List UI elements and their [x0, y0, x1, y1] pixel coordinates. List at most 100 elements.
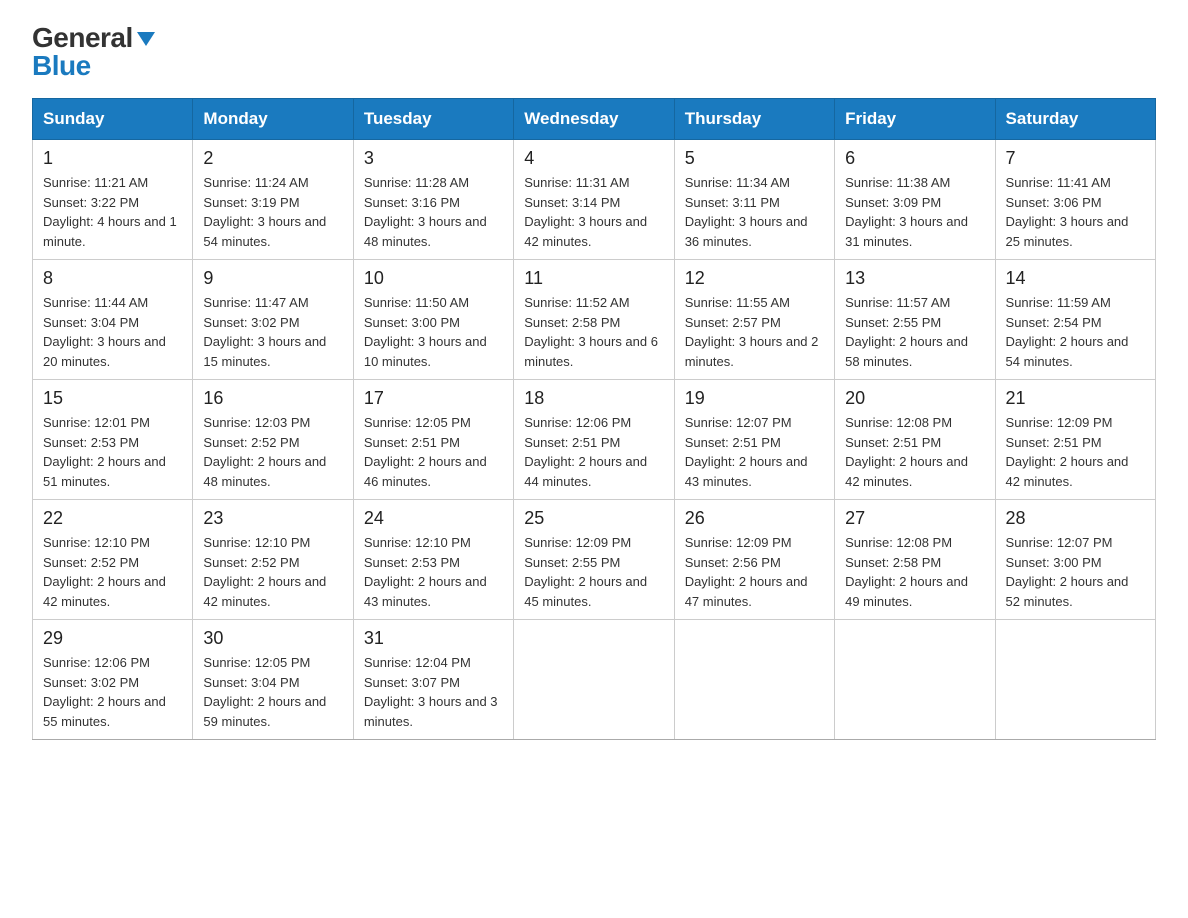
day-info: Sunrise: 12:07 PMSunset: 3:00 PMDaylight…: [1006, 533, 1145, 611]
day-info: Sunrise: 11:52 AMSunset: 2:58 PMDaylight…: [524, 293, 663, 371]
calendar-day-cell: 27 Sunrise: 12:08 PMSunset: 2:58 PMDayli…: [835, 500, 995, 620]
day-number: 3: [364, 148, 503, 169]
calendar-day-cell: 23 Sunrise: 12:10 PMSunset: 2:52 PMDayli…: [193, 500, 353, 620]
day-number: 22: [43, 508, 182, 529]
day-info: Sunrise: 12:09 PMSunset: 2:56 PMDaylight…: [685, 533, 824, 611]
calendar-day-cell: 29 Sunrise: 12:06 PMSunset: 3:02 PMDayli…: [33, 620, 193, 740]
day-info: Sunrise: 12:03 PMSunset: 2:52 PMDaylight…: [203, 413, 342, 491]
calendar-day-cell: 8 Sunrise: 11:44 AMSunset: 3:04 PMDaylig…: [33, 260, 193, 380]
calendar-day-cell: 21 Sunrise: 12:09 PMSunset: 2:51 PMDayli…: [995, 380, 1155, 500]
calendar-day-cell: 16 Sunrise: 12:03 PMSunset: 2:52 PMDayli…: [193, 380, 353, 500]
day-number: 13: [845, 268, 984, 289]
calendar-day-cell: 18 Sunrise: 12:06 PMSunset: 2:51 PMDayli…: [514, 380, 674, 500]
calendar-day-cell: 26 Sunrise: 12:09 PMSunset: 2:56 PMDayli…: [674, 500, 834, 620]
calendar-day-cell: 11 Sunrise: 11:52 AMSunset: 2:58 PMDayli…: [514, 260, 674, 380]
day-number: 8: [43, 268, 182, 289]
day-info: Sunrise: 12:06 PMSunset: 2:51 PMDaylight…: [524, 413, 663, 491]
day-number: 31: [364, 628, 503, 649]
day-number: 12: [685, 268, 824, 289]
weekday-header-thursday: Thursday: [674, 99, 834, 140]
day-number: 23: [203, 508, 342, 529]
day-info: Sunrise: 12:10 PMSunset: 2:52 PMDaylight…: [43, 533, 182, 611]
day-number: 26: [685, 508, 824, 529]
calendar-day-cell: 24 Sunrise: 12:10 PMSunset: 2:53 PMDayli…: [353, 500, 513, 620]
day-info: Sunrise: 11:38 AMSunset: 3:09 PMDaylight…: [845, 173, 984, 251]
weekday-header-wednesday: Wednesday: [514, 99, 674, 140]
calendar-day-cell: 3 Sunrise: 11:28 AMSunset: 3:16 PMDaylig…: [353, 140, 513, 260]
day-info: Sunrise: 12:08 PMSunset: 2:51 PMDaylight…: [845, 413, 984, 491]
day-info: Sunrise: 11:31 AMSunset: 3:14 PMDaylight…: [524, 173, 663, 251]
logo-arrow-icon: [135, 28, 157, 50]
weekday-header-friday: Friday: [835, 99, 995, 140]
day-number: 28: [1006, 508, 1145, 529]
calendar-day-cell: 31 Sunrise: 12:04 PMSunset: 3:07 PMDayli…: [353, 620, 513, 740]
calendar-day-cell: 7 Sunrise: 11:41 AMSunset: 3:06 PMDaylig…: [995, 140, 1155, 260]
day-number: 21: [1006, 388, 1145, 409]
calendar-day-cell: 17 Sunrise: 12:05 PMSunset: 2:51 PMDayli…: [353, 380, 513, 500]
day-info: Sunrise: 12:06 PMSunset: 3:02 PMDaylight…: [43, 653, 182, 731]
page-header: General Blue: [32, 24, 1156, 80]
day-info: Sunrise: 11:41 AMSunset: 3:06 PMDaylight…: [1006, 173, 1145, 251]
day-number: 16: [203, 388, 342, 409]
calendar-day-cell: 22 Sunrise: 12:10 PMSunset: 2:52 PMDayli…: [33, 500, 193, 620]
calendar-day-cell: 4 Sunrise: 11:31 AMSunset: 3:14 PMDaylig…: [514, 140, 674, 260]
day-number: 19: [685, 388, 824, 409]
calendar-day-cell: 19 Sunrise: 12:07 PMSunset: 2:51 PMDayli…: [674, 380, 834, 500]
day-info: Sunrise: 12:05 PMSunset: 2:51 PMDaylight…: [364, 413, 503, 491]
calendar-day-cell: 9 Sunrise: 11:47 AMSunset: 3:02 PMDaylig…: [193, 260, 353, 380]
calendar-empty-cell: [514, 620, 674, 740]
day-number: 7: [1006, 148, 1145, 169]
calendar-day-cell: 28 Sunrise: 12:07 PMSunset: 3:00 PMDayli…: [995, 500, 1155, 620]
day-info: Sunrise: 12:07 PMSunset: 2:51 PMDaylight…: [685, 413, 824, 491]
day-info: Sunrise: 12:10 PMSunset: 2:52 PMDaylight…: [203, 533, 342, 611]
day-number: 18: [524, 388, 663, 409]
day-number: 29: [43, 628, 182, 649]
day-info: Sunrise: 11:28 AMSunset: 3:16 PMDaylight…: [364, 173, 503, 251]
calendar-table: SundayMondayTuesdayWednesdayThursdayFrid…: [32, 98, 1156, 740]
day-number: 5: [685, 148, 824, 169]
day-number: 20: [845, 388, 984, 409]
day-number: 24: [364, 508, 503, 529]
day-number: 10: [364, 268, 503, 289]
calendar-day-cell: 30 Sunrise: 12:05 PMSunset: 3:04 PMDayli…: [193, 620, 353, 740]
logo: General Blue: [32, 24, 157, 80]
day-number: 30: [203, 628, 342, 649]
day-info: Sunrise: 11:57 AMSunset: 2:55 PMDaylight…: [845, 293, 984, 371]
day-info: Sunrise: 11:55 AMSunset: 2:57 PMDaylight…: [685, 293, 824, 371]
day-info: Sunrise: 12:08 PMSunset: 2:58 PMDaylight…: [845, 533, 984, 611]
day-info: Sunrise: 12:01 PMSunset: 2:53 PMDaylight…: [43, 413, 182, 491]
day-info: Sunrise: 11:50 AMSunset: 3:00 PMDaylight…: [364, 293, 503, 371]
calendar-day-cell: 6 Sunrise: 11:38 AMSunset: 3:09 PMDaylig…: [835, 140, 995, 260]
day-number: 14: [1006, 268, 1145, 289]
calendar-day-cell: 15 Sunrise: 12:01 PMSunset: 2:53 PMDayli…: [33, 380, 193, 500]
day-info: Sunrise: 11:21 AMSunset: 3:22 PMDaylight…: [43, 173, 182, 251]
day-number: 6: [845, 148, 984, 169]
day-number: 2: [203, 148, 342, 169]
day-info: Sunrise: 12:04 PMSunset: 3:07 PMDaylight…: [364, 653, 503, 731]
calendar-day-cell: 25 Sunrise: 12:09 PMSunset: 2:55 PMDayli…: [514, 500, 674, 620]
calendar-empty-cell: [995, 620, 1155, 740]
calendar-day-cell: 14 Sunrise: 11:59 AMSunset: 2:54 PMDayli…: [995, 260, 1155, 380]
calendar-day-cell: 20 Sunrise: 12:08 PMSunset: 2:51 PMDayli…: [835, 380, 995, 500]
day-info: Sunrise: 12:10 PMSunset: 2:53 PMDaylight…: [364, 533, 503, 611]
day-info: Sunrise: 11:24 AMSunset: 3:19 PMDaylight…: [203, 173, 342, 251]
calendar-day-cell: 5 Sunrise: 11:34 AMSunset: 3:11 PMDaylig…: [674, 140, 834, 260]
calendar-day-cell: 13 Sunrise: 11:57 AMSunset: 2:55 PMDayli…: [835, 260, 995, 380]
day-info: Sunrise: 11:34 AMSunset: 3:11 PMDaylight…: [685, 173, 824, 251]
logo-blue: Blue: [32, 52, 91, 80]
day-number: 15: [43, 388, 182, 409]
day-number: 11: [524, 268, 663, 289]
day-number: 27: [845, 508, 984, 529]
calendar-empty-cell: [674, 620, 834, 740]
day-number: 9: [203, 268, 342, 289]
day-info: Sunrise: 11:47 AMSunset: 3:02 PMDaylight…: [203, 293, 342, 371]
day-info: Sunrise: 12:05 PMSunset: 3:04 PMDaylight…: [203, 653, 342, 731]
calendar-day-cell: 10 Sunrise: 11:50 AMSunset: 3:00 PMDayli…: [353, 260, 513, 380]
logo-general: General: [32, 24, 133, 52]
calendar-week-row: 1 Sunrise: 11:21 AMSunset: 3:22 PMDaylig…: [33, 140, 1156, 260]
day-number: 1: [43, 148, 182, 169]
calendar-week-row: 22 Sunrise: 12:10 PMSunset: 2:52 PMDayli…: [33, 500, 1156, 620]
calendar-week-row: 8 Sunrise: 11:44 AMSunset: 3:04 PMDaylig…: [33, 260, 1156, 380]
day-number: 25: [524, 508, 663, 529]
weekday-header-monday: Monday: [193, 99, 353, 140]
